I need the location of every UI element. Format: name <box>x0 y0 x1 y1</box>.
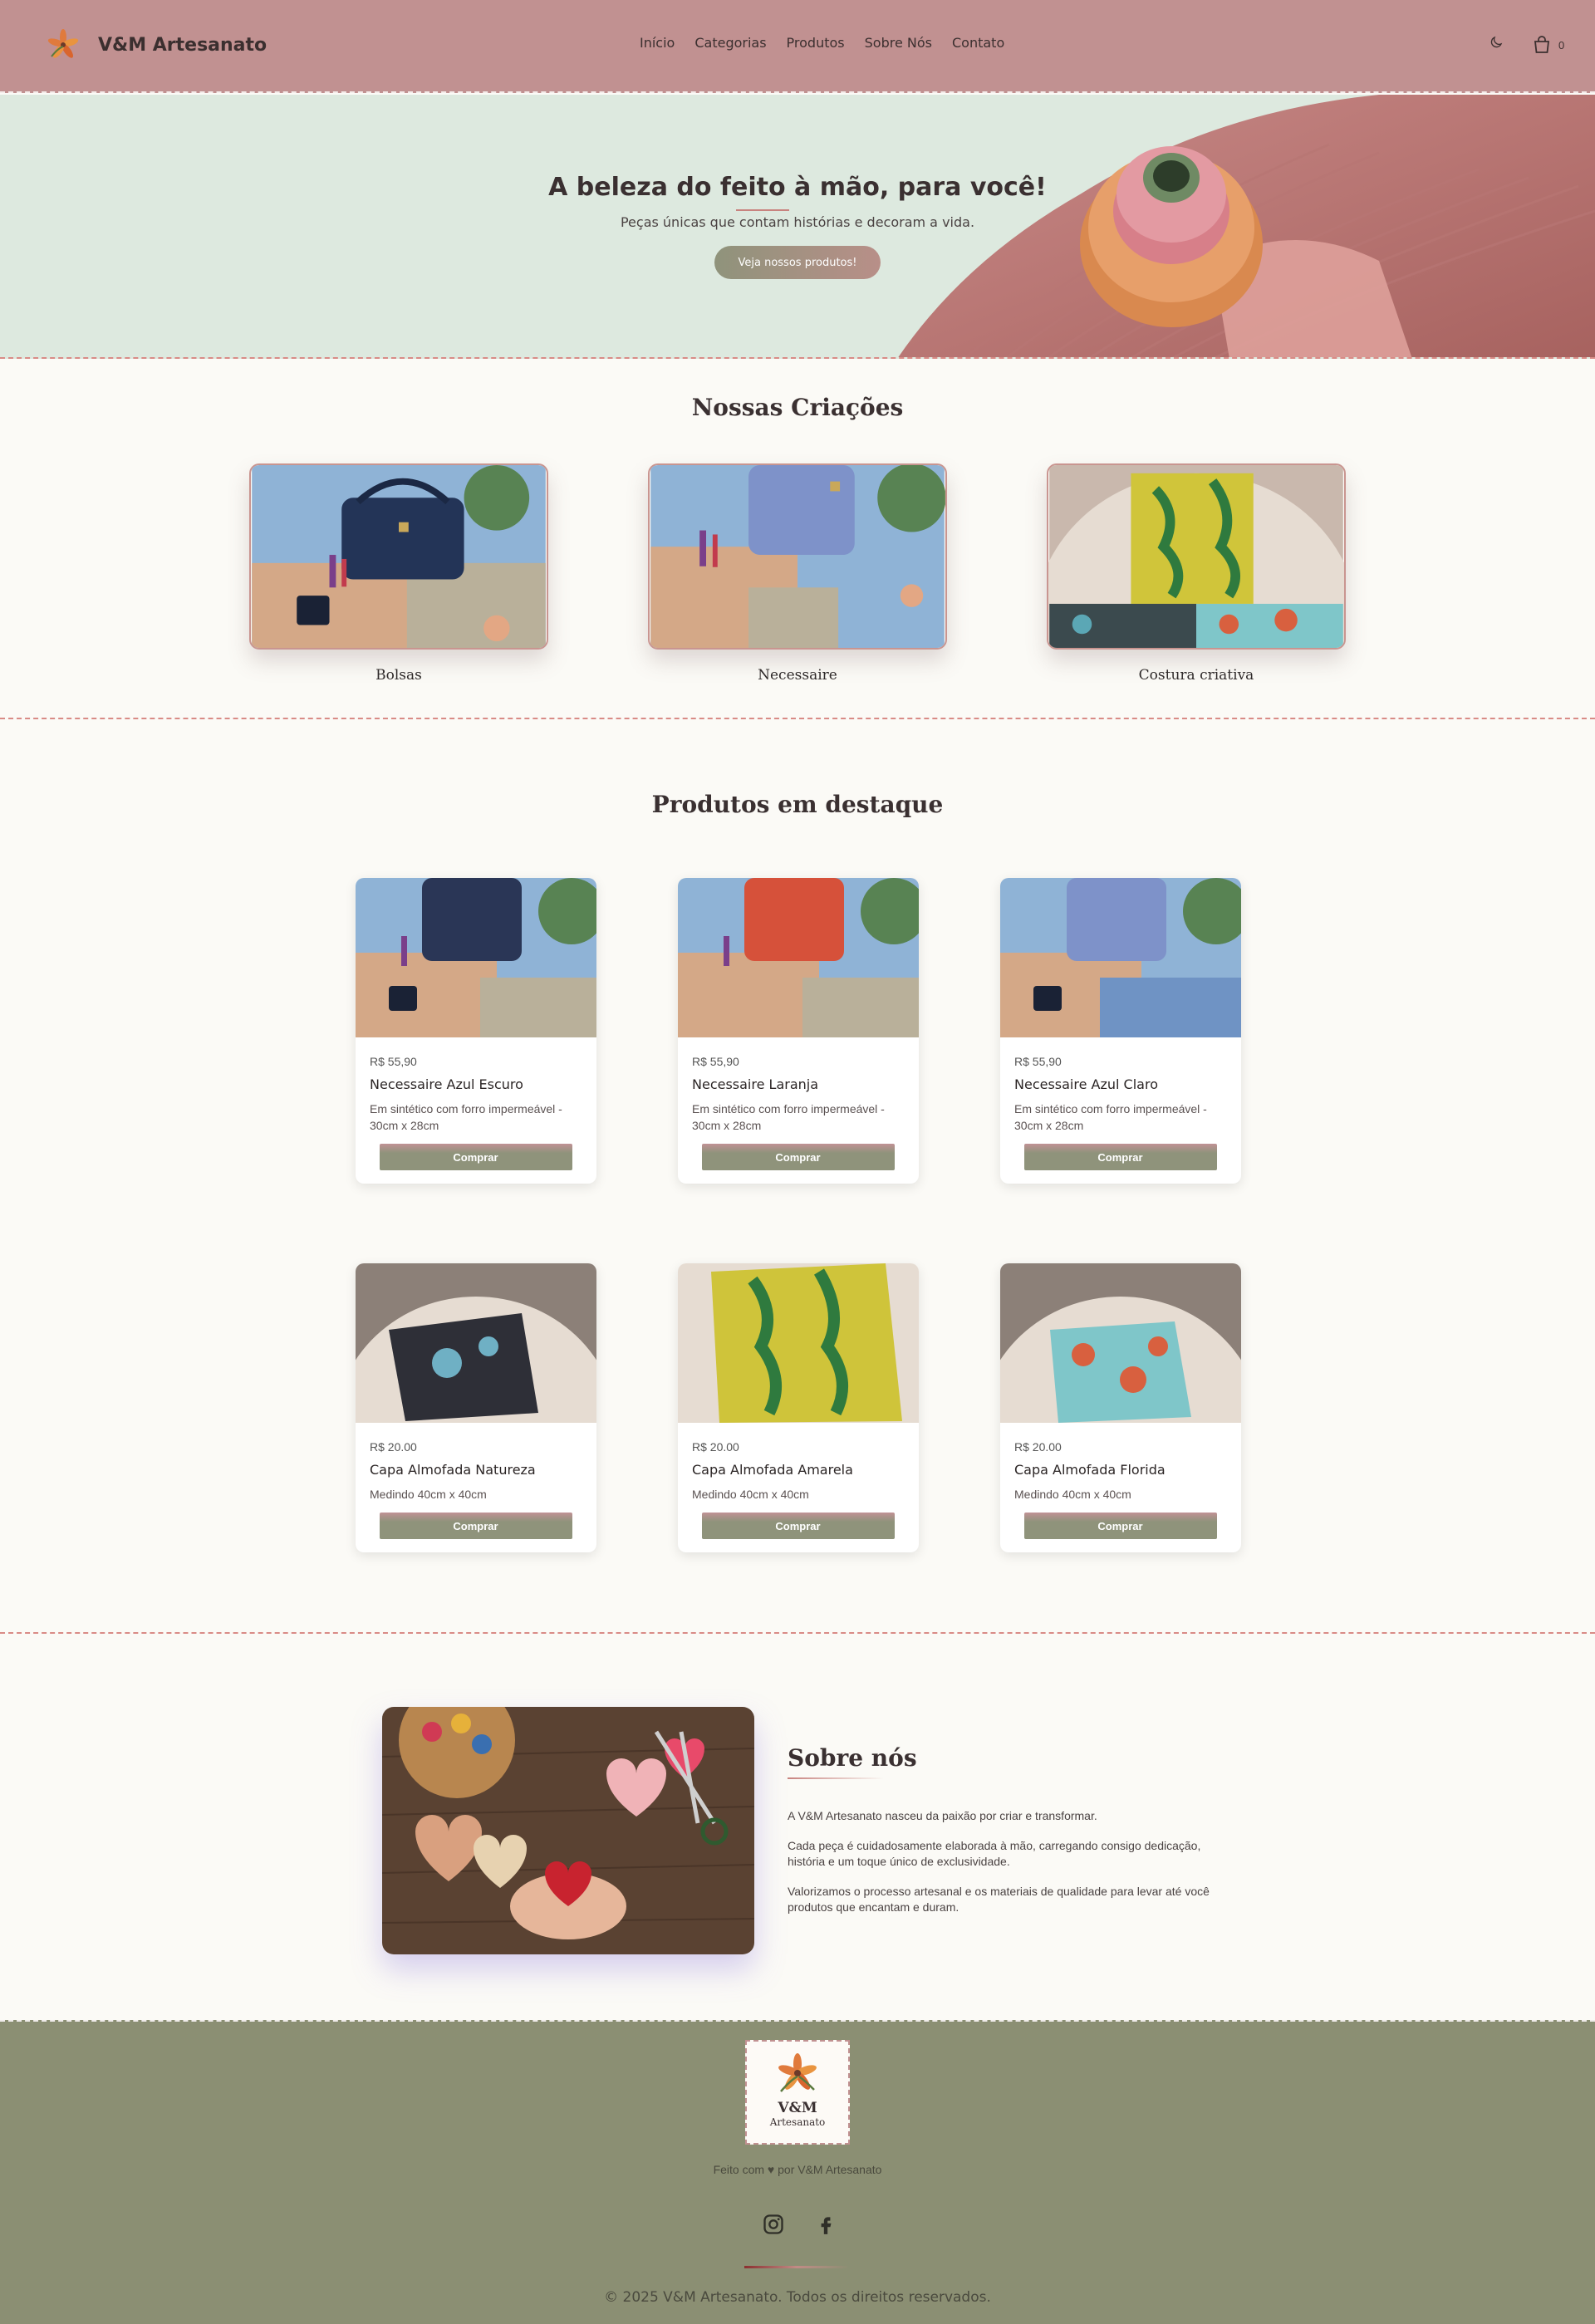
hero-section: A beleza do feito à mão, para você! Peça… <box>0 95 1595 359</box>
product-image[interactable] <box>356 878 596 1037</box>
footer-logo: V&M Artesanato <box>745 2040 850 2145</box>
product-name: Capa Almofada Natureza <box>370 1462 536 1478</box>
category-necessaire[interactable]: Necessaire <box>648 463 947 684</box>
product-price: R$ 20.00 <box>692 1440 739 1454</box>
section-divider <box>0 1632 1595 1634</box>
product-price: R$ 55,90 <box>1014 1055 1062 1068</box>
product-card: R$ 20.00 Capa Almofada Florida Medindo 4… <box>1000 1263 1241 1552</box>
buy-button[interactable]: Comprar <box>1023 1513 1217 1539</box>
category-costura-criativa[interactable]: Costura criativa <box>1033 463 1360 784</box>
creations-title: Nossas Criações <box>691 394 904 421</box>
nav-produtos[interactable]: Produtos <box>787 35 845 51</box>
product-name: Necessaire Azul Escuro <box>370 1076 523 1092</box>
nav-inicio[interactable]: Início <box>640 35 675 51</box>
product-card: R$ 55,90 Necessaire Laranja Em sintético… <box>678 878 919 1184</box>
facebook-icon[interactable] <box>815 2213 837 2236</box>
product-card: R$ 20.00 Capa Almofada Amarela Medindo 4… <box>678 1263 919 1552</box>
cart-count: 0 <box>1558 39 1565 51</box>
category-label: Necessaire <box>758 667 837 684</box>
instagram-icon[interactable] <box>762 2213 785 2236</box>
hero-cta-button[interactable]: Veja nossos produtos! <box>714 246 881 279</box>
nav-sobre-nos[interactable]: Sobre Nós <box>865 35 932 51</box>
main-nav: Início Categorias Produtos Sobre Nós Con… <box>640 35 1004 51</box>
featured-title: Produtos em destaque <box>651 791 944 818</box>
logo-flower-icon <box>778 2053 817 2092</box>
product-name: Capa Almofada Florida <box>1014 1462 1166 1478</box>
about-paragraph: Valorizamos o processo artesanal e os ma… <box>788 1885 1210 1914</box>
buy-button[interactable]: Comprar <box>701 1144 895 1170</box>
copyright-text: © 2025 V&M Artesanato. Todos os direitos… <box>604 2289 991 2306</box>
product-description: Medindo 40cm x 40cm <box>1014 1488 1131 1501</box>
brand-logo[interactable]: V&M Artesanato <box>47 28 267 61</box>
about-crafts-image <box>382 1707 754 1954</box>
product-description: Medindo 40cm x 40cm <box>692 1488 809 1501</box>
buy-button[interactable]: Comprar <box>379 1144 572 1170</box>
hero-title: A beleza do feito à mão, para você! <box>548 173 1047 202</box>
product-card: R$ 55,90 Necessaire Azul Escuro Em sinté… <box>356 878 596 1184</box>
product-image[interactable] <box>1000 878 1241 1037</box>
category-bolsas-image <box>249 463 548 650</box>
hero-title-underline <box>736 209 789 211</box>
buy-button[interactable]: Comprar <box>701 1513 895 1539</box>
nav-categorias[interactable]: Categorias <box>694 35 766 51</box>
product-name: Capa Almofada Amarela <box>692 1462 853 1478</box>
moon-icon[interactable] <box>1489 35 1504 50</box>
product-price: R$ 20.00 <box>1014 1440 1062 1454</box>
category-bolsas[interactable]: Bolsas <box>249 463 548 684</box>
nav-contato[interactable]: Contato <box>952 35 1004 51</box>
product-card: R$ 20.00 Capa Almofada Natureza Medindo … <box>356 1263 596 1552</box>
product-name: Necessaire Azul Claro <box>1014 1076 1158 1092</box>
site-header: V&M Artesanato Início Categorias Produto… <box>0 0 1595 93</box>
about-title: Sobre nós <box>788 1744 917 1772</box>
category-costura-criativa-image <box>1033 463 1360 784</box>
buy-button[interactable]: Comprar <box>1023 1144 1217 1170</box>
product-image[interactable] <box>356 1263 596 1552</box>
shopping-bag-icon[interactable] <box>1532 35 1552 55</box>
footer-divider <box>744 2266 849 2268</box>
brand-name: V&M Artesanato <box>98 34 267 56</box>
product-description: Medindo 40cm x 40cm <box>370 1488 487 1501</box>
product-price: R$ 55,90 <box>370 1055 417 1068</box>
product-image[interactable] <box>678 878 919 1037</box>
section-divider <box>0 718 1595 719</box>
category-label: Bolsas <box>375 667 422 684</box>
footer-logo-subname: Artesanato <box>769 2116 826 2128</box>
product-price: R$ 20.00 <box>370 1440 417 1454</box>
category-label: Costura criativa <box>1138 667 1254 684</box>
site-footer: V&M Artesanato Feito com ♥ por V&M Artes… <box>0 2020 1595 2324</box>
about-title-underline <box>788 1777 884 1779</box>
product-description: Em sintético com forro impermeável - 30c… <box>1014 1102 1207 1132</box>
product-image[interactable] <box>678 1263 919 1423</box>
about-paragraph: Cada peça é cuidadosamente elaborada à m… <box>788 1839 1201 1868</box>
product-name: Necessaire Laranja <box>692 1076 819 1092</box>
product-price: R$ 55,90 <box>692 1055 739 1068</box>
category-necessaire-image <box>648 463 947 650</box>
about-paragraph: A V&M Artesanato nasceu da paixão por cr… <box>788 1809 1097 1822</box>
product-description: Em sintético com forro impermeável - 30c… <box>692 1102 885 1132</box>
hero-subtitle: Peças únicas que contam histórias e deco… <box>620 214 975 230</box>
made-with-love-text: Feito com ♥ por V&M Artesanato <box>713 2163 882 2176</box>
product-card: R$ 55,90 Necessaire Azul Claro Em sintét… <box>1000 878 1241 1184</box>
footer-logo-name: V&M <box>778 2100 817 2116</box>
logo-flower-icon <box>47 29 79 58</box>
product-image[interactable] <box>1000 1263 1241 1552</box>
product-description: Em sintético com forro impermeável - 30c… <box>370 1102 562 1132</box>
buy-button[interactable]: Comprar <box>379 1513 572 1539</box>
